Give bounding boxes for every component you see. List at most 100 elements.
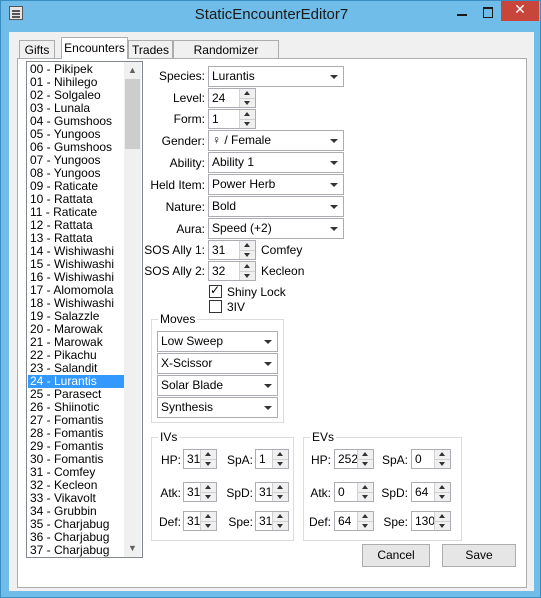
list-item[interactable]: 33 - Vikavolt <box>28 492 125 505</box>
spin-down-icon[interactable] <box>358 521 373 530</box>
move-4-combo[interactable]: Synthesis <box>157 397 278 418</box>
list-item[interactable]: 24 - Lurantis <box>28 375 125 388</box>
ev-spe-stepper[interactable]: 130 <box>411 511 451 531</box>
tab-randomizer-options[interactable]: Randomizer Options <box>173 40 279 75</box>
3iv-label[interactable]: 3IV <box>227 300 245 314</box>
list-item[interactable]: 03 - Lunala <box>28 102 125 115</box>
spin-down-icon[interactable] <box>273 492 288 501</box>
list-item[interactable]: 13 - Rattata <box>28 232 125 245</box>
level-stepper[interactable]: 24 <box>208 88 256 108</box>
spin-down-icon[interactable] <box>435 459 450 468</box>
spin-down-icon[interactable] <box>273 521 288 530</box>
iv-hp-stepper[interactable]: 31 <box>183 449 217 469</box>
chevron-down-icon[interactable] <box>328 153 340 172</box>
list-item[interactable]: 02 - Solgaleo <box>28 89 125 102</box>
ev-spd-stepper[interactable]: 64 <box>411 482 451 502</box>
form-stepper[interactable]: 1 <box>208 109 256 129</box>
sos-ally-1-stepper[interactable]: 31 <box>208 240 256 260</box>
iv-atk-stepper[interactable]: 31 <box>183 482 217 502</box>
spin-down-icon[interactable] <box>358 459 373 468</box>
gender-combo[interactable]: ♀ / Female <box>208 130 344 151</box>
spin-down-icon[interactable] <box>273 459 288 468</box>
chevron-down-icon[interactable] <box>262 354 274 373</box>
spin-down-icon[interactable] <box>201 521 216 530</box>
minimize-button[interactable] <box>449 2 475 22</box>
save-button[interactable]: Save <box>442 544 516 567</box>
nature-combo[interactable]: Bold <box>208 196 344 217</box>
list-item[interactable]: 07 - Yungoos <box>28 154 125 167</box>
tab-gifts[interactable]: Gifts <box>19 40 55 58</box>
list-item[interactable]: 31 - Comfey <box>28 466 125 479</box>
list-item[interactable]: 19 - Salazzle <box>28 310 125 323</box>
ev-def-stepper[interactable]: 64 <box>334 511 374 531</box>
list-item[interactable]: 27 - Fomantis <box>28 414 125 427</box>
list-item[interactable]: 21 - Marowak <box>28 336 125 349</box>
list-item[interactable]: 37 - Charjabug <box>28 544 125 557</box>
list-item[interactable]: 26 - Shiinotic <box>28 401 125 414</box>
list-item[interactable]: 16 - Wishiwashi <box>28 271 125 284</box>
chevron-down-icon[interactable] <box>262 332 274 351</box>
shiny-lock-checkbox[interactable] <box>209 283 222 298</box>
list-item[interactable]: 22 - Pikachu <box>28 349 125 362</box>
spin-down-icon[interactable] <box>240 119 255 128</box>
spin-down-icon[interactable] <box>240 98 255 107</box>
list-item[interactable]: 15 - Wishiwashi <box>28 258 125 271</box>
ev-atk-stepper[interactable]: 0 <box>334 482 374 502</box>
list-item[interactable]: 25 - Parasect <box>28 388 125 401</box>
ability-combo[interactable]: Ability 1 <box>208 152 344 173</box>
shiny-lock-label[interactable]: Shiny Lock <box>227 285 286 299</box>
cancel-button[interactable]: Cancel <box>362 544 430 567</box>
chevron-down-icon[interactable] <box>328 131 340 150</box>
list-item[interactable]: 20 - Marowak <box>28 323 125 336</box>
list-item[interactable]: 18 - Wishiwashi <box>28 297 125 310</box>
list-item[interactable]: 08 - Yungoos <box>28 167 125 180</box>
held-item-combo[interactable]: Power Herb <box>208 174 344 195</box>
iv-spd-stepper[interactable]: 31 <box>255 482 289 502</box>
ev-spa-stepper[interactable]: 0 <box>411 449 451 469</box>
list-item[interactable]: 10 - Rattata <box>28 193 125 206</box>
iv-spa-stepper[interactable]: 1 <box>255 449 289 469</box>
list-item[interactable]: 28 - Fomantis <box>28 427 125 440</box>
title-bar[interactable]: StaticEncounterEditor7 ✕ <box>1 1 541 31</box>
spin-down-icon[interactable] <box>435 521 450 530</box>
move-1-combo[interactable]: Low Sweep <box>157 331 278 352</box>
close-button[interactable]: ✕ <box>501 1 539 21</box>
list-item[interactable]: 29 - Fomantis <box>28 440 125 453</box>
chevron-down-icon[interactable] <box>328 175 340 194</box>
list-item[interactable]: 11 - Raticate <box>28 206 125 219</box>
maximize-button[interactable] <box>475 2 501 22</box>
iv-spe-stepper[interactable]: 31 <box>255 511 289 531</box>
sos-ally-2-stepper[interactable]: 32 <box>208 261 256 281</box>
spin-down-icon[interactable] <box>240 271 255 280</box>
chevron-down-icon[interactable] <box>328 219 340 238</box>
list-item[interactable]: 01 - Nihilego <box>28 76 125 89</box>
list-item[interactable]: 09 - Raticate <box>28 180 125 193</box>
list-item[interactable]: 23 - Salandit <box>28 362 125 375</box>
ev-hp-stepper[interactable]: 252 <box>334 449 374 469</box>
list-item[interactable]: 34 - Grubbin <box>28 505 125 518</box>
list-item[interactable]: 00 - Pikipek <box>28 63 125 76</box>
chevron-down-icon[interactable] <box>328 197 340 216</box>
list-item[interactable]: 14 - Wishiwashi <box>28 245 125 258</box>
chevron-down-icon[interactable] <box>262 376 274 395</box>
chevron-down-icon[interactable] <box>262 398 274 417</box>
chevron-down-icon[interactable] <box>328 67 340 86</box>
tab-encounters[interactable]: Encounters <box>61 37 128 59</box>
list-item[interactable]: 35 - Charjabug <box>28 518 125 531</box>
move-3-combo[interactable]: Solar Blade <box>157 375 278 396</box>
spin-down-icon[interactable] <box>240 250 255 259</box>
list-item[interactable]: 05 - Yungoos <box>28 128 125 141</box>
scroll-down-icon[interactable]: ▼ <box>124 540 141 557</box>
list-item[interactable]: 04 - Gumshoos <box>28 115 125 128</box>
list-item[interactable]: 36 - Charjabug <box>28 531 125 544</box>
species-combo[interactable]: Lurantis <box>208 66 344 87</box>
iv-def-stepper[interactable]: 31 <box>183 511 217 531</box>
spin-down-icon[interactable] <box>201 459 216 468</box>
list-item[interactable]: 17 - Alomomola <box>28 284 125 297</box>
spin-down-icon[interactable] <box>201 492 216 501</box>
spin-down-icon[interactable] <box>358 492 373 501</box>
move-2-combo[interactable]: X-Scissor <box>157 353 278 374</box>
list-item[interactable]: 06 - Gumshoos <box>28 141 125 154</box>
aura-combo[interactable]: Speed (+2) <box>208 218 344 239</box>
list-item[interactable]: 12 - Rattata <box>28 219 125 232</box>
